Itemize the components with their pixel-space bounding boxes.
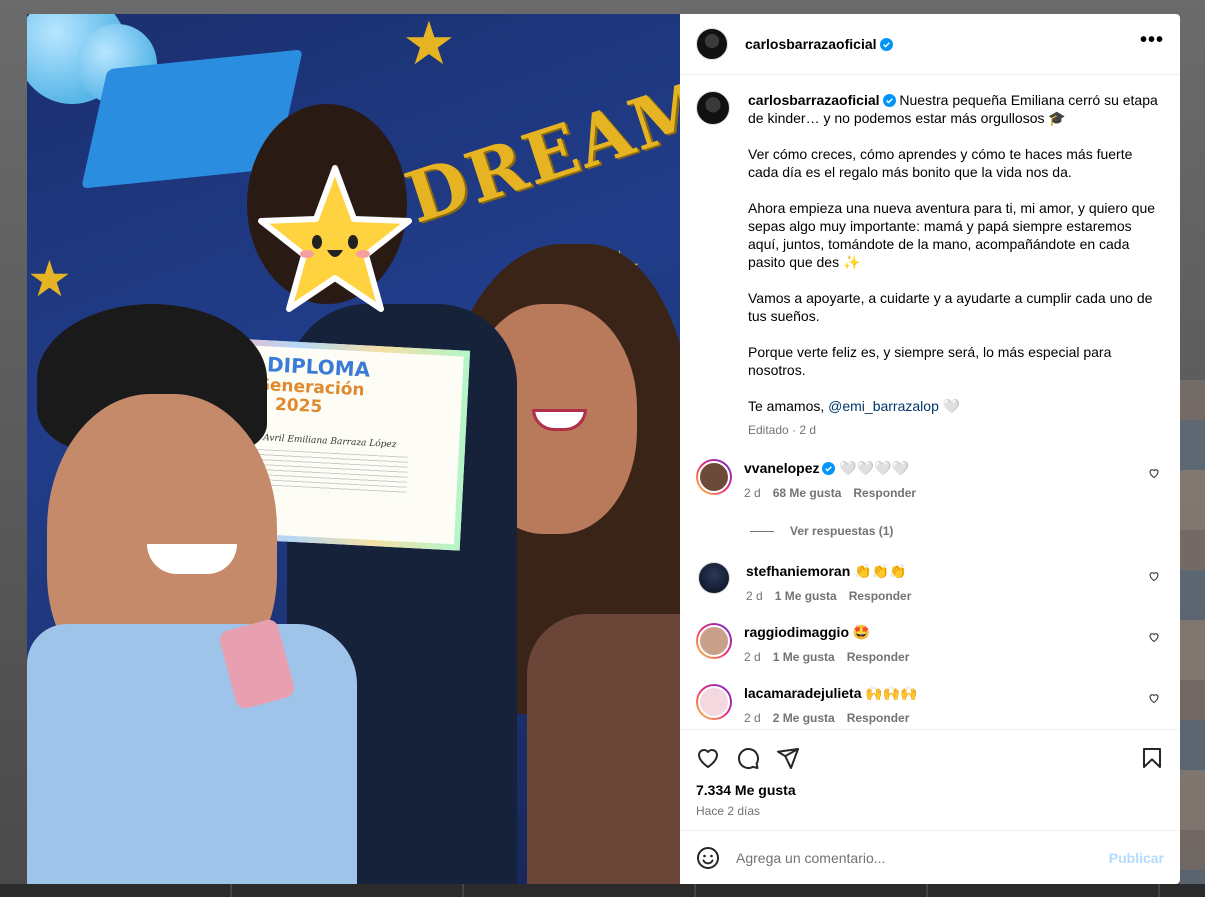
emoji-icon[interactable] [696, 846, 720, 870]
publish-button[interactable]: Publicar [1109, 850, 1164, 866]
commenter-avatar[interactable] [696, 623, 732, 659]
reply-button[interactable]: Responder [847, 711, 910, 725]
comment-body: vvanelopez 🤍🤍🤍🤍 2 d 68 Me gusta Responder [744, 459, 1164, 502]
comment-item: vvanelopez 🤍🤍🤍🤍 2 d 68 Me gusta Responder [696, 459, 1164, 502]
post-header: carlosbarrazaoficial ••• [680, 14, 1180, 75]
mention-link[interactable]: @emi_barrazalop [828, 398, 939, 414]
verified-icon [882, 94, 896, 107]
caption-closing: Te amamos, [748, 398, 829, 414]
comment-body: lacamaradejulieta 🙌🙌🙌 2 d 2 Me gusta Respo… [744, 684, 1164, 727]
caption-closing-emoji: 🤍 [938, 398, 961, 414]
likes-count[interactable]: 7.334 Me gusta [696, 782, 1164, 798]
commenter-username[interactable]: lacamaradejulieta [744, 685, 862, 701]
reply-button[interactable]: Responder [853, 486, 916, 500]
caption-paragraph-5: Porque verte feliz es, y siempre será, l… [748, 344, 1112, 378]
commenter-username[interactable]: raggiodimaggio [744, 624, 849, 640]
reply-button[interactable]: Responder [847, 650, 910, 664]
post-caption: carlosbarrazaoficial Nuestra pequeña Emi… [696, 91, 1164, 439]
commenter-avatar[interactable] [696, 684, 732, 720]
author-username-text[interactable]: carlosbarrazaoficial [745, 36, 877, 52]
gold-star-decoration: ★ [27, 251, 72, 307]
verified-icon [822, 462, 836, 475]
comment-likes[interactable]: 2 Me gusta [773, 711, 835, 725]
like-comment-icon[interactable] [1148, 467, 1160, 479]
comment-body: raggiodimaggio 🤩 2 d 1 Me gusta Responder [744, 623, 1164, 666]
commenter-username[interactable]: vvanelopez [744, 460, 819, 476]
post-photo[interactable]: ★ ★ ★ DREAMERS DIPLOMA Generación 2025 A… [27, 14, 680, 884]
more-icon[interactable]: ••• [1140, 30, 1164, 58]
reply-button[interactable]: Responder [849, 589, 912, 603]
comment-item: raggiodimaggio 🤩 2 d 1 Me gusta Responder [696, 623, 1164, 666]
comment-age: 2 d [744, 711, 761, 725]
caption-body: carlosbarrazaoficial Nuestra pequeña Emi… [748, 91, 1164, 439]
view-replies[interactable]: Ver respuestas (1) [750, 524, 1164, 538]
comment-age: 2 d [744, 650, 761, 664]
post-modal: ★ ★ ★ DREAMERS DIPLOMA Generación 2025 A… [27, 14, 1180, 884]
comment-text: 👏👏👏 [854, 564, 907, 580]
like-comment-icon[interactable] [1148, 631, 1160, 643]
comment-icon[interactable] [736, 746, 760, 770]
gold-star-decoration: ★ [402, 14, 456, 77]
man-shirt [27, 624, 357, 884]
author-avatar[interactable] [696, 28, 728, 60]
caption-paragraph-4: Vamos a apoyarte, a cuidarte y a ayudart… [748, 290, 1153, 324]
comment-text: 🙌🙌🙌 [865, 686, 918, 702]
star-face-sticker [258, 165, 412, 312]
caption-paragraph-2: Ver cómo creces, cómo aprendes y cómo te… [748, 146, 1133, 180]
comment-item: stefhaniemoran 👏👏👏 2 d 1 Me gusta Responde… [696, 562, 1164, 605]
comment-body: stefhaniemoran 👏👏👏 2 d 1 Me gusta Responde… [746, 562, 1164, 605]
action-icons [696, 736, 1164, 780]
verified-icon [879, 38, 893, 51]
post-side-panel: carlosbarrazaoficial ••• carlosbarrazaof… [680, 14, 1180, 884]
replies-line [750, 530, 774, 532]
commenter-username[interactable]: stefhaniemoran [746, 563, 850, 579]
caption-author-avatar[interactable] [696, 91, 730, 125]
author-username[interactable]: carlosbarrazaoficial [745, 36, 893, 52]
comment-text: 🤩 [852, 625, 871, 641]
comments-section[interactable]: carlosbarrazaoficial Nuestra pequeña Emi… [680, 75, 1180, 729]
bookmark-icon[interactable] [1140, 746, 1164, 770]
like-comment-icon[interactable] [1148, 692, 1160, 704]
heart-icon[interactable] [696, 746, 720, 770]
caption-paragraph-3: Ahora empieza una nueva aventura para ti… [748, 200, 1156, 270]
caption-age: 2 d [799, 423, 817, 437]
comment-text: 🤍🤍🤍🤍 [839, 461, 910, 477]
commenter-avatar[interactable] [698, 562, 730, 594]
caption-meta: Editado · 2 d [748, 423, 817, 437]
background-feed-strip [1180, 380, 1205, 897]
comment-age: 2 d [746, 589, 763, 603]
comment-input[interactable]: Agrega un comentario... [736, 850, 1109, 866]
comment-item: lacamaradejulieta 🙌🙌🙌 2 d 2 Me gusta Respo… [696, 684, 1164, 727]
like-comment-icon[interactable] [1148, 570, 1160, 582]
add-comment-bar: Agrega un comentario... Publicar [680, 830, 1180, 884]
view-replies-label[interactable]: Ver respuestas (1) [790, 524, 893, 538]
woman-top [527, 614, 680, 884]
comment-likes[interactable]: 1 Me gusta [775, 589, 837, 603]
commenter-avatar[interactable] [696, 459, 732, 495]
share-icon[interactable] [776, 746, 800, 770]
background-feed-bottom [0, 884, 1205, 897]
comment-likes[interactable]: 68 Me gusta [773, 486, 842, 500]
comment-age: 2 d [744, 486, 761, 500]
caption-author[interactable]: carlosbarrazaoficial [748, 92, 880, 108]
post-time: Hace 2 días [696, 804, 761, 818]
man [27, 304, 357, 884]
post-actions: 7.334 Me gusta Hace 2 días [680, 729, 1180, 830]
comment-likes[interactable]: 1 Me gusta [773, 650, 835, 664]
edited-label: Editado [748, 423, 789, 437]
